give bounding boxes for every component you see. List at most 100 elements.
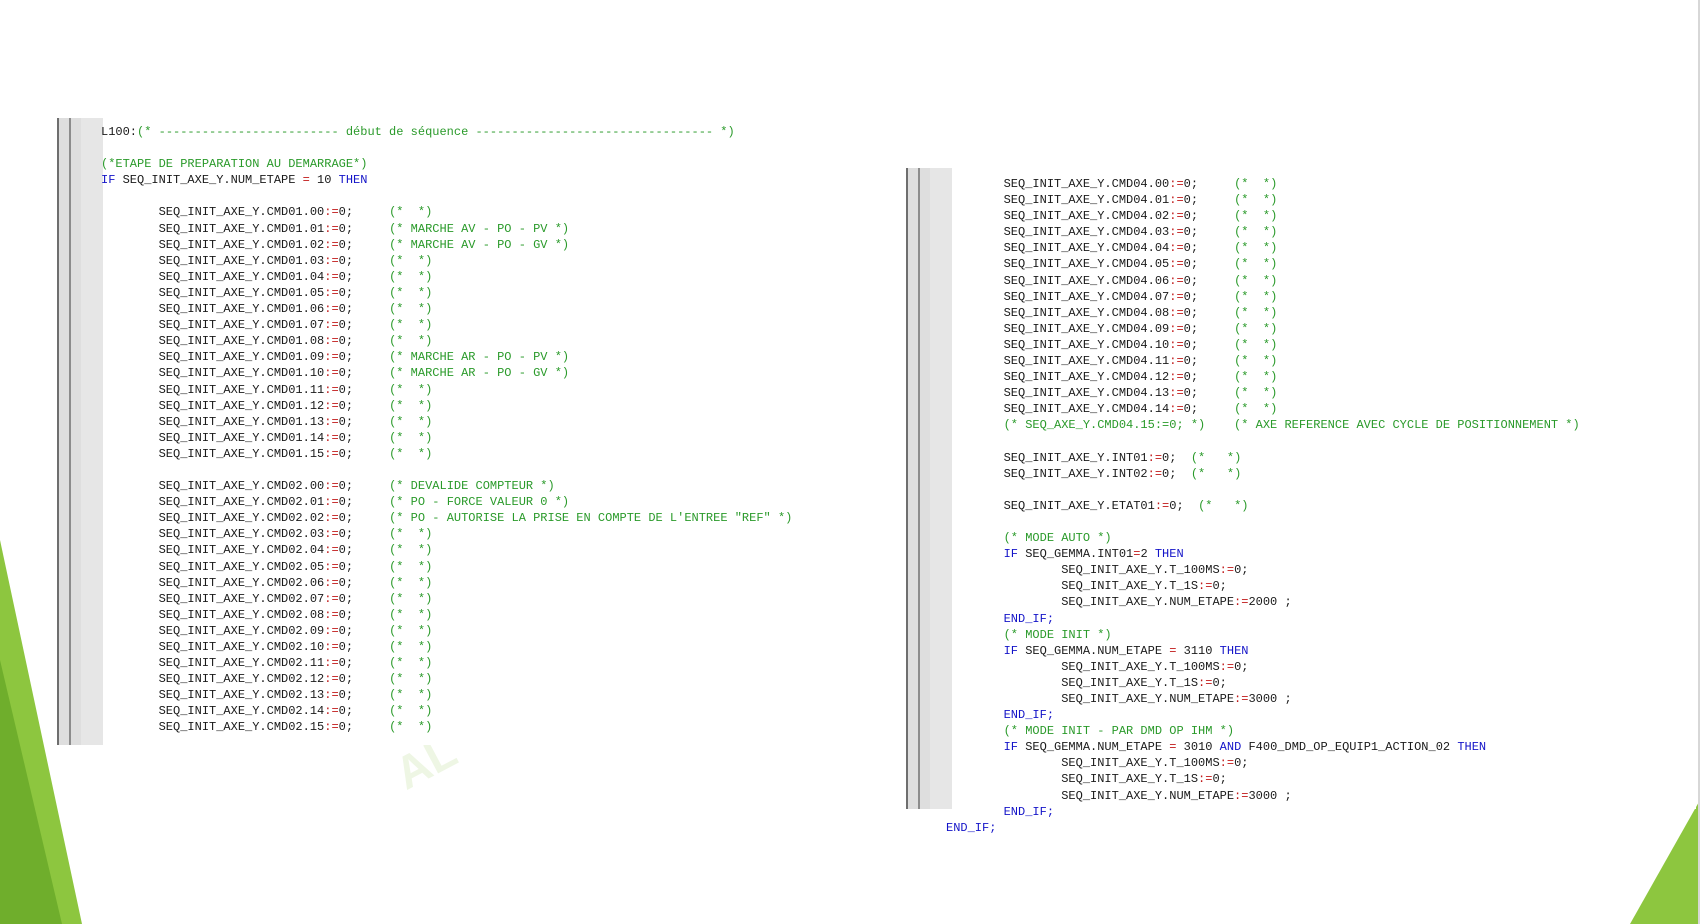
code-text: SEQ_INIT_AXE_Y.NUM_ETAPE bbox=[946, 788, 1235, 803]
code-comment: (* *) bbox=[1234, 305, 1278, 320]
code-text: 3000 ; bbox=[1248, 692, 1292, 706]
code-operator: := bbox=[324, 269, 339, 284]
code-text: SEQ_INIT_AXE_Y.CMD01.14 bbox=[101, 430, 325, 445]
code-text: SEQ_INIT_AXE_Y.CMD01.06 bbox=[101, 302, 325, 317]
code-text: SEQ_INIT_AXE_Y.CMD02.15 bbox=[101, 720, 325, 735]
code-comment: (* *) bbox=[1234, 370, 1278, 385]
code-operator: := bbox=[324, 640, 339, 654]
right-code-area[interactable]: SEQ_INIT_AXE_Y.CMD04.00:=0; (* *) SEQ_IN… bbox=[946, 176, 1580, 836]
code-text: 0; bbox=[338, 253, 390, 268]
code-comment: (* DEVALIDE COMPTEUR *) bbox=[389, 479, 555, 494]
code-operator: := bbox=[1169, 257, 1184, 272]
code-text: 0; bbox=[338, 591, 390, 606]
code-line: SEQ_INIT_AXE_Y.CMD02.08:=0; (* *) bbox=[101, 607, 792, 623]
code-keyword: END_IF; bbox=[946, 708, 1055, 723]
code-operator: := bbox=[1234, 692, 1249, 706]
code-operator: := bbox=[1169, 225, 1184, 240]
code-text: 0; bbox=[338, 269, 390, 284]
code-text: SEQ_INIT_AXE_Y.CMD02.13 bbox=[101, 688, 325, 703]
code-text: SEQ_INIT_AXE_Y.T_1S bbox=[946, 579, 1199, 594]
code-operator: := bbox=[1169, 241, 1184, 256]
code-line: END_IF; bbox=[946, 804, 1580, 820]
code-line: END_IF; bbox=[946, 820, 1580, 836]
code-keyword: IF bbox=[946, 740, 1019, 755]
code-text: 0; bbox=[1183, 370, 1235, 385]
code-text: SEQ_INIT_AXE_Y.CMD04.03 bbox=[946, 225, 1170, 240]
code-comment: (* *) bbox=[389, 285, 433, 300]
code-line: SEQ_INIT_AXE_Y.CMD04.12:=0; (* *) bbox=[946, 369, 1580, 385]
code-line: SEQ_INIT_AXE_Y.NUM_ETAPE:=3000 ; bbox=[946, 788, 1580, 804]
code-text: 0; bbox=[1234, 659, 1249, 674]
code-line: SEQ_INIT_AXE_Y.CMD01.13:=0; (* *) bbox=[101, 414, 792, 430]
code-text: SEQ_INIT_AXE_Y.INT02 bbox=[946, 466, 1148, 481]
code-text: 0; bbox=[1234, 563, 1249, 578]
code-text: SEQ_GEMMA.NUM_ETAPE bbox=[1018, 643, 1170, 658]
code-comment: (* *) bbox=[389, 591, 433, 606]
code-operator: := bbox=[324, 334, 339, 349]
code-text: 0; bbox=[338, 221, 390, 236]
code-operator: := bbox=[324, 607, 339, 622]
code-text: SEQ_INIT_AXE_Y.CMD02.12 bbox=[101, 672, 325, 687]
code-text: SEQ_INIT_AXE_Y.CMD02.03 bbox=[101, 527, 325, 542]
code-line: SEQ_INIT_AXE_Y.CMD01.11:=0; (* *) bbox=[101, 382, 792, 398]
code-operator: := bbox=[324, 511, 339, 526]
code-line: SEQ_INIT_AXE_Y.CMD02.05:=0; (* *) bbox=[101, 559, 792, 575]
code-line: SEQ_INIT_AXE_Y.CMD02.03:=0; (* *) bbox=[101, 526, 792, 542]
code-operator: := bbox=[324, 221, 339, 236]
code-keyword: IF bbox=[946, 547, 1019, 562]
code-text: 0; bbox=[338, 382, 390, 397]
code-comment: (* *) bbox=[389, 704, 433, 719]
code-text: 0; bbox=[1183, 273, 1235, 288]
code-line: SEQ_INIT_AXE_Y.T_1S:=0; bbox=[946, 675, 1580, 691]
code-line: SEQ_INIT_AXE_Y.CMD01.08:=0; (* *) bbox=[101, 333, 792, 349]
code-line: L100:(* ------------------------- début … bbox=[101, 124, 792, 140]
code-line: SEQ_INIT_AXE_Y.CMD02.02:=0; (* PO - AUTO… bbox=[101, 510, 793, 526]
code-line: SEQ_INIT_AXE_Y.T_1S:=0; bbox=[946, 771, 1580, 787]
code-text: 0; bbox=[338, 285, 390, 300]
code-line: (* SEQ_AXE_Y.CMD04.15:=0; *) (* AXE REFE… bbox=[946, 417, 1580, 433]
code-text: SEQ_INIT_AXE_Y.CMD01.10 bbox=[101, 366, 325, 381]
code-line: SEQ_INIT_AXE_Y.CMD02.01:=0; (* PO - FORC… bbox=[101, 494, 792, 510]
code-comment: (* *) bbox=[389, 382, 433, 397]
code-text: SEQ_INIT_AXE_Y.NUM_ETAPE bbox=[946, 692, 1235, 706]
code-line: SEQ_INIT_AXE_Y.T_1S:=0; bbox=[946, 578, 1580, 594]
code-comment: (* PO - FORCE VALEUR 0 *) bbox=[389, 495, 570, 510]
code-text: 0; bbox=[338, 623, 390, 638]
code-operator: := bbox=[324, 446, 339, 461]
code-line: SEQ_INIT_AXE_Y.CMD01.01:=0; (* MARCHE AV… bbox=[101, 221, 792, 237]
code-operator: := bbox=[324, 672, 339, 687]
code-text: SEQ_INIT_AXE_Y.CMD02.04 bbox=[101, 543, 325, 558]
code-text: SEQ_INIT_AXE_Y.CMD02.00 bbox=[101, 479, 325, 494]
code-line: SEQ_INIT_AXE_Y.CMD02.12:=0; (* *) bbox=[101, 671, 792, 687]
code-comment: (* *) bbox=[389, 253, 433, 268]
code-line: SEQ_INIT_AXE_Y.CMD02.00:=0; (* DEVALIDE … bbox=[101, 478, 792, 494]
code-text: SEQ_INIT_AXE_Y.CMD02.14 bbox=[101, 704, 325, 719]
code-keyword: AND bbox=[1219, 740, 1242, 755]
code-line: SEQ_INIT_AXE_Y.T_100MS:=0; bbox=[946, 755, 1580, 771]
code-text: 0; bbox=[338, 302, 390, 317]
code-text: 0; bbox=[338, 704, 390, 719]
code-text: SEQ_INIT_AXE_Y.CMD01.05 bbox=[101, 285, 325, 300]
code-text: SEQ_INIT_AXE_Y.CMD04.00 bbox=[946, 177, 1170, 191]
code-line: SEQ_INIT_AXE_Y.CMD04.00:=0; (* *) bbox=[946, 176, 1580, 192]
code-text: SEQ_INIT_AXE_Y.CMD01.11 bbox=[101, 382, 325, 397]
code-text: 0; bbox=[338, 575, 390, 590]
code-operator: := bbox=[324, 205, 339, 220]
code-operator: := bbox=[324, 366, 339, 381]
code-text: 0; bbox=[1183, 289, 1235, 304]
code-line: SEQ_INIT_AXE_Y.CMD01.12:=0; (* *) bbox=[101, 398, 792, 414]
code-operator: := bbox=[324, 688, 339, 703]
code-keyword: END_IF; bbox=[946, 804, 1055, 819]
code-text: 0; bbox=[1162, 466, 1191, 481]
code-operator: := bbox=[324, 656, 339, 671]
code-operator: := bbox=[1198, 772, 1213, 787]
code-line: SEQ_INIT_AXE_Y.CMD01.00:=0; (* *) bbox=[101, 204, 792, 220]
code-text: 0; bbox=[338, 672, 390, 687]
code-line: SEQ_INIT_AXE_Y.CMD02.11:=0; (* *) bbox=[101, 655, 792, 671]
code-comment: (* *) bbox=[1190, 450, 1242, 465]
left-code-area[interactable]: L100:(* ------------------------- début … bbox=[101, 124, 792, 736]
code-text: 0; bbox=[338, 318, 390, 333]
code-line: SEQ_INIT_AXE_Y.CMD04.08:=0; (* *) bbox=[946, 305, 1580, 321]
code-line: (* MODE AUTO *) bbox=[946, 530, 1580, 546]
code-operator: := bbox=[324, 302, 339, 317]
